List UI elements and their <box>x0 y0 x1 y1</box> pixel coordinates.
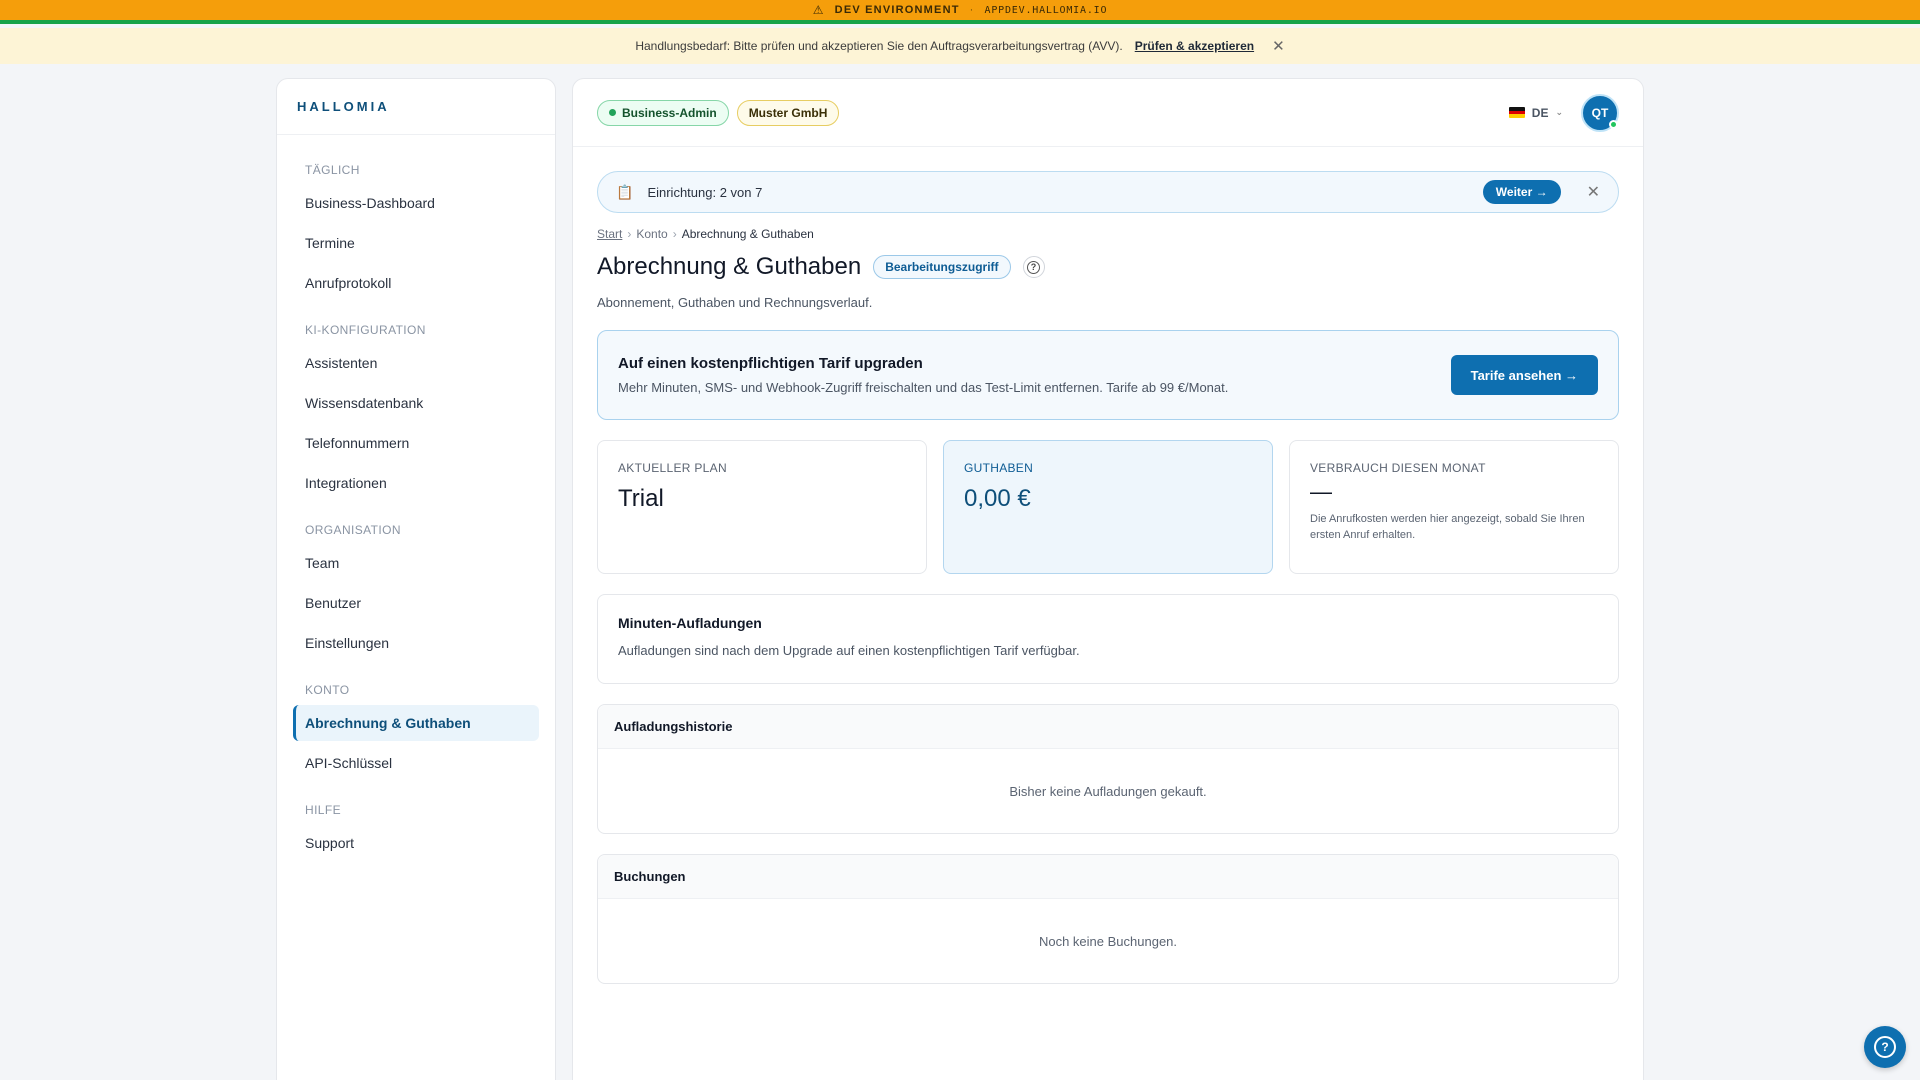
sidebar-item-anrufprotokoll[interactable]: Anrufprotokoll <box>293 265 539 301</box>
language-selector[interactable]: DE ⌄ <box>1508 105 1563 120</box>
bookings-title: Buchungen <box>598 855 1618 899</box>
warning-icon: ⚠ <box>812 3 825 17</box>
breadcrumb-separator-icon: › <box>672 227 677 241</box>
brand-logo[interactable]: HALLOMIA <box>277 79 555 135</box>
top-bar: Business-Admin Muster GmbH DE ⌄ QT <box>573 79 1643 147</box>
chevron-down-icon: ⌄ <box>1555 107 1563 117</box>
sidebar-item-integrationen[interactable]: Integrationen <box>293 465 539 501</box>
section-label-hilfe: HILFE <box>305 803 342 817</box>
question-mark-icon: ? <box>1874 1036 1896 1058</box>
current-plan-label: AKTUELLER PLAN <box>618 461 727 475</box>
sidebar: HALLOMIA TÄGLICH Business-Dashboard Term… <box>276 78 556 1080</box>
dev-separator: · <box>969 4 975 16</box>
notice-text: Handlungsbedarf: Bitte prüfen und akzept… <box>635 39 1123 53</box>
credit-card: GUTHABEN 0,00 € <box>943 440 1273 574</box>
usage-label: VERBRAUCH DIESEN MONAT <box>1310 461 1486 475</box>
setup-progress-text: Einrichtung: 2 von 7 <box>647 184 763 200</box>
sidebar-item-termine[interactable]: Termine <box>293 225 539 261</box>
current-plan-card: AKTUELLER PLAN Trial <box>597 440 927 574</box>
usage-card: VERBRAUCH DIESEN MONAT — Die Anrufkosten… <box>1289 440 1619 574</box>
organization-chip[interactable]: Muster GmbH <box>736 99 840 126</box>
online-status-icon <box>1609 119 1618 129</box>
section-label-taeglich: TÄGLICH <box>305 163 360 177</box>
avv-notice-banner: Handlungsbedarf: Bitte prüfen und akzept… <box>0 28 1920 64</box>
usage-note: Die Anrufkosten werden hier angezeigt, s… <box>1310 513 1585 541</box>
review-accept-link[interactable]: Prüfen & akzeptieren <box>1135 39 1254 53</box>
upgrade-text-block: Auf einen kostenpflichtigen Tarif upgrad… <box>618 355 1228 395</box>
credit-value: 0,00 € <box>964 485 1031 512</box>
setup-progress-banner: 📋 Einrichtung: 2 von 7 Weiter → ✕ <box>597 171 1619 213</box>
sidebar-item-support[interactable]: Support <box>293 825 539 861</box>
top-right-controls: DE ⌄ QT <box>1508 93 1619 132</box>
sidebar-item-business-dashboard[interactable]: Business-Dashboard <box>293 185 539 221</box>
language-code: DE <box>1531 105 1549 120</box>
sidebar-item-einstellungen[interactable]: Einstellungen <box>293 625 539 661</box>
role-chip: Business-Admin <box>597 99 729 126</box>
bookings-empty: Noch keine Buchungen. <box>1038 933 1178 949</box>
sidebar-item-team[interactable]: Team <box>293 545 539 581</box>
role-chip-label: Business-Admin <box>622 105 717 120</box>
close-icon[interactable]: ✕ <box>1272 37 1285 55</box>
clipboard-icon: 📋 <box>616 183 634 200</box>
summary-cards: AKTUELLER PLAN Trial GUTHABEN 0,00 € VER… <box>597 440 1619 574</box>
section-label-organisation: ORGANISATION <box>305 523 401 537</box>
usage-value: — <box>1310 479 1332 504</box>
help-icon[interactable]: ? <box>1022 256 1045 278</box>
breadcrumb-start[interactable]: Start <box>597 227 622 241</box>
user-avatar[interactable]: QT <box>1581 93 1619 132</box>
topup-history-empty: Bisher keine Aufladungen gekauft. <box>1009 783 1207 799</box>
dev-environment-label: DEV ENVIRONMENT <box>834 4 960 16</box>
upgrade-title: Auf einen kostenpflichtigen Tarif upgrad… <box>618 355 923 372</box>
section-label-konto: KONTO <box>305 683 350 697</box>
sidebar-item-assistenten[interactable]: Assistenten <box>293 345 539 381</box>
breadcrumb-current: Abrechnung & Guthaben <box>681 227 814 241</box>
section-label-ki-konfiguration: KI-KONFIGURATION <box>305 323 426 337</box>
sidebar-item-abrechnung-guthaben[interactable]: Abrechnung & Guthaben <box>293 705 539 741</box>
setup-next-button[interactable]: Weiter → <box>1482 180 1561 204</box>
german-flag-icon <box>1508 107 1525 118</box>
page-title: Abrechnung & Guthaben <box>597 253 862 280</box>
close-icon[interactable]: ✕ <box>1587 182 1600 202</box>
title-row: Abrechnung & Guthaben Bearbeitungszugrif… <box>597 253 1619 281</box>
sidebar-item-api-schluessel[interactable]: API-Schlüssel <box>293 745 539 781</box>
sidebar-item-benutzer[interactable]: Benutzer <box>293 585 539 621</box>
current-plan-value: Trial <box>618 485 664 512</box>
breadcrumb-konto[interactable]: Konto <box>636 227 667 241</box>
context-chips: Business-Admin Muster GmbH <box>597 99 840 126</box>
upgrade-description: Mehr Minuten, SMS- und Webhook-Zugriff f… <box>618 380 1229 395</box>
credit-label: GUTHABEN <box>964 461 1034 475</box>
breadcrumb-separator-icon: › <box>627 227 632 241</box>
sidebar-item-telefonnummern[interactable]: Telefonnummern <box>293 425 539 461</box>
breadcrumb: Start › Konto › Abrechnung & Guthaben <box>597 227 1619 241</box>
main-panel: Business-Admin Muster GmbH DE ⌄ QT 📋 Ein… <box>572 78 1644 1080</box>
upgrade-callout: Auf einen kostenpflichtigen Tarif upgrad… <box>597 330 1619 420</box>
topups-title: Minuten-Aufladungen <box>618 615 762 631</box>
access-badge: Bearbeitungszugriff <box>873 255 1011 279</box>
minute-topups-section: Minuten-Aufladungen Aufladungen sind nac… <box>597 594 1619 684</box>
sidebar-item-wissensdatenbank[interactable]: Wissensdatenbank <box>293 385 539 421</box>
page-content: 📋 Einrichtung: 2 von 7 Weiter → ✕ Start … <box>573 147 1643 984</box>
floating-help-button[interactable]: ? <box>1864 1026 1906 1068</box>
status-dot-icon <box>609 109 616 116</box>
page-subtitle: Abonnement, Guthaben und Rechnungsverlau… <box>597 295 873 310</box>
dev-url: APPDEV.HALLOMIA.IO <box>984 4 1108 16</box>
view-plans-button[interactable]: Tarife ansehen → <box>1450 355 1598 395</box>
topups-description: Aufladungen sind nach dem Upgrade auf ei… <box>618 643 1080 658</box>
bookings-section: Buchungen Noch keine Buchungen. <box>597 854 1619 984</box>
sidebar-nav: TÄGLICH Business-Dashboard Termine Anruf… <box>277 135 555 861</box>
avatar-initials: QT <box>1591 105 1609 120</box>
topup-history-title: Aufladungshistorie <box>598 705 1618 749</box>
topup-history-section: Aufladungshistorie Bisher keine Aufladun… <box>597 704 1619 834</box>
dev-environment-bar: ⚠ DEV ENVIRONMENT · APPDEV.HALLOMIA.IO <box>0 0 1920 24</box>
